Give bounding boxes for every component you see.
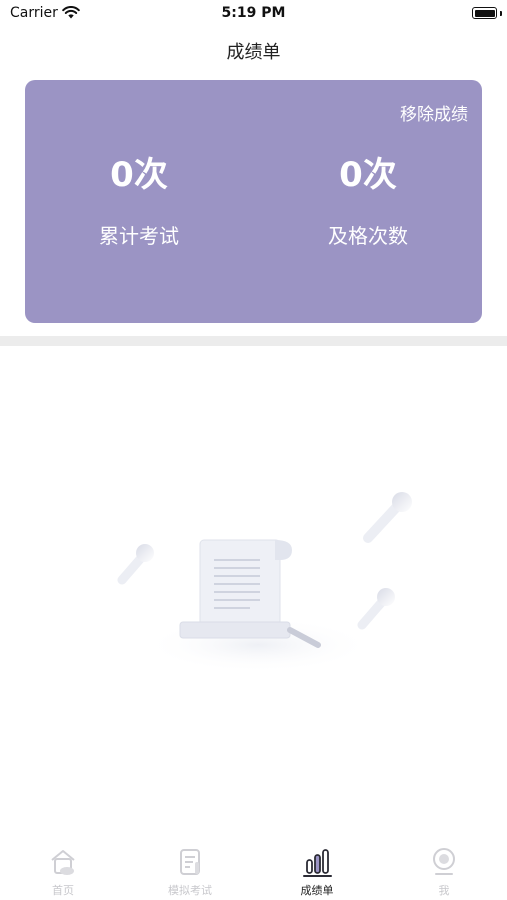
tab-home[interactable]: 首页 [0, 846, 126, 898]
home-icon [51, 850, 75, 875]
empty-state-illustration [117, 492, 412, 673]
tab-scores[interactable]: 成绩单 [254, 846, 380, 898]
status-bar: Carrier 5:19 PM [0, 0, 507, 30]
tab-mock-exam[interactable]: 模拟考试 [127, 846, 253, 898]
tab-bar: 首页 模拟考试 成绩单 我 [0, 840, 507, 900]
exam-paper-icon [180, 849, 200, 875]
tab-profile[interactable]: 我 [381, 846, 507, 898]
score-card: 移除成绩 0次 累计考试 0次 及格次数 [25, 80, 482, 323]
passed-exams-stat: 0次 及格次数 [254, 155, 482, 249]
total-exams-label: 累计考试 [99, 224, 179, 248]
clock: 5:19 PM [221, 5, 286, 21]
remove-scores-button[interactable]: 移除成绩 [400, 100, 468, 125]
total-exams-stat: 0次 累计考试 [25, 155, 253, 249]
page-title: 成绩单 [226, 42, 281, 63]
battery-icon [472, 7, 497, 19]
total-exams-value: 0次 [110, 155, 168, 195]
section-divider [0, 336, 507, 346]
passed-exams-label: 及格次数 [328, 224, 408, 248]
battery-tip [500, 11, 502, 16]
bar-chart-icon [303, 849, 332, 877]
profile-icon [433, 848, 455, 875]
tab-profile-label: 我 [438, 884, 450, 897]
tab-home-label: 首页 [52, 884, 74, 897]
tab-scores-label: 成绩单 [300, 884, 334, 897]
passed-exams-value: 0次 [339, 155, 397, 195]
tab-mock-exam-label: 模拟考试 [168, 884, 212, 897]
